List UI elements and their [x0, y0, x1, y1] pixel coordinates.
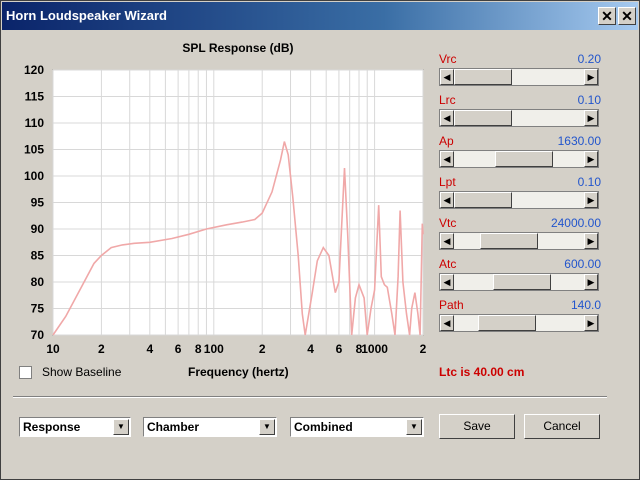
spl-chart: 70 75 80 85 90 95 100 105 110 115 120 10 2 4 6 8 100 2 4 6 8… [13, 37, 433, 382]
x-tick-label: 2 [259, 342, 266, 356]
scroll-thumb[interactable] [454, 69, 512, 85]
checkbox-box[interactable] [19, 366, 32, 379]
y-tick-label: 70 [31, 328, 45, 342]
scroll-thumb[interactable] [454, 192, 512, 208]
param-name: Path [439, 298, 464, 312]
y-tick-label: 75 [31, 302, 45, 316]
chart-title: SPL Response (dB) [182, 41, 293, 55]
separator [13, 396, 607, 398]
cancel-button[interactable]: Cancel [524, 414, 600, 439]
chevron-down-icon[interactable]: ▼ [406, 419, 422, 435]
y-tick-label: 120 [24, 63, 44, 77]
wizard-window: Horn Loudspeaker Wizard ✕ ✕ 70 75 80 85 90 95… [0, 0, 640, 480]
param-scrollbar[interactable]: ◀ ▶ [439, 150, 599, 168]
param-vrc: Vrc 0.20 ◀ ▶ [439, 51, 601, 89]
x-tick-label: 4 [146, 342, 153, 356]
scroll-left-icon[interactable]: ◀ [440, 151, 454, 167]
param-atc: Atc 600.00 ◀ ▶ [439, 256, 601, 294]
ltc-status: Ltc is 40.00 cm [439, 365, 525, 379]
param-name: Atc [439, 257, 457, 271]
x-tick-label: 2 [420, 342, 427, 356]
mode-select-value: Combined [294, 420, 353, 434]
param-value: 24000.00 [550, 216, 601, 230]
param-scrollbar[interactable]: ◀ ▶ [439, 68, 599, 86]
x-tick-label: 4 [307, 342, 314, 356]
x-tick-label: 6 [336, 342, 343, 356]
param-value: 0.20 [577, 52, 601, 66]
scroll-thumb[interactable] [454, 110, 512, 126]
param-scrollbar[interactable]: ◀ ▶ [439, 191, 599, 209]
scroll-left-icon[interactable]: ◀ [440, 110, 454, 126]
scroll-left-icon[interactable]: ◀ [440, 274, 454, 290]
y-tick-label: 85 [31, 249, 45, 263]
mode-select[interactable]: Combined ▼ [290, 417, 424, 437]
help-close-icon[interactable]: ✕ [598, 7, 616, 25]
y-tick-label: 115 [25, 90, 45, 104]
param-ap: Ap 1630.00 ◀ ▶ [439, 133, 601, 171]
scroll-thumb[interactable] [480, 233, 538, 249]
x-tick-label: 8 [195, 342, 202, 356]
x-tick-label: 6 [175, 342, 182, 356]
scroll-thumb[interactable] [495, 151, 553, 167]
y-tick-label: 110 [25, 116, 45, 130]
param-value: 140.0 [570, 298, 601, 312]
param-lpt: Lpt 0.10 ◀ ▶ [439, 174, 601, 212]
param-name: Lrc [439, 93, 456, 107]
param-vtc: Vtc 24000.00 ◀ ▶ [439, 215, 601, 253]
param-value: 600.00 [564, 257, 601, 271]
chevron-down-icon[interactable]: ▼ [113, 419, 129, 435]
title-bar: Horn Loudspeaker Wizard ✕ ✕ [2, 2, 638, 30]
param-path: Path 140.0 ◀ ▶ [439, 297, 601, 335]
x-axis-label: Frequency (hertz) [188, 365, 289, 379]
param-scrollbar[interactable]: ◀ ▶ [439, 314, 599, 332]
x-tick-label: 2 [98, 342, 105, 356]
x-tick-label: 100 [204, 342, 224, 356]
param-value: 1630.00 [557, 134, 601, 148]
param-scrollbar[interactable]: ◀ ▶ [439, 109, 599, 127]
scroll-right-icon[interactable]: ▶ [584, 69, 598, 85]
spl-chart-svg: 70758085909510010511011512010 2 4 6 8 100 2 4 6 8… [24, 41, 427, 356]
param-scrollbar[interactable]: ◀ ▶ [439, 232, 599, 250]
x-tick-label: 10 [46, 342, 60, 356]
param-lrc: Lrc 0.10 ◀ ▶ [439, 92, 601, 130]
y-tick-label: 80 [31, 275, 45, 289]
scroll-right-icon[interactable]: ▶ [584, 274, 598, 290]
scroll-right-icon[interactable]: ▶ [584, 151, 598, 167]
scroll-left-icon[interactable]: ◀ [440, 315, 454, 331]
scroll-thumb[interactable] [478, 315, 536, 331]
y-tick-label: 95 [31, 196, 45, 210]
scroll-thumb[interactable] [493, 274, 551, 290]
y-tick-label: 90 [31, 222, 45, 236]
scroll-right-icon[interactable]: ▶ [584, 233, 598, 249]
view-select[interactable]: Response ▼ [19, 417, 131, 437]
window-title: Horn Loudspeaker Wizard [6, 8, 167, 23]
save-button[interactable]: Save [439, 414, 515, 439]
scroll-left-icon[interactable]: ◀ [440, 192, 454, 208]
param-scrollbar[interactable]: ◀ ▶ [439, 273, 599, 291]
scroll-right-icon[interactable]: ▶ [584, 192, 598, 208]
chevron-down-icon[interactable]: ▼ [259, 419, 275, 435]
param-name: Ap [439, 134, 454, 148]
y-tick-label: 100 [24, 169, 44, 183]
scroll-left-icon[interactable]: ◀ [440, 69, 454, 85]
scroll-left-icon[interactable]: ◀ [440, 233, 454, 249]
scroll-right-icon[interactable]: ▶ [584, 315, 598, 331]
close-icon[interactable]: ✕ [618, 7, 636, 25]
param-value: 0.10 [577, 93, 601, 107]
y-tick-label: 105 [24, 143, 44, 157]
param-name: Vtc [439, 216, 457, 230]
param-name: Lpt [439, 175, 456, 189]
part-select-value: Chamber [147, 420, 200, 434]
part-select[interactable]: Chamber ▼ [143, 417, 277, 437]
param-name: Vrc [439, 52, 457, 66]
x-tick-label: 1000 [361, 342, 388, 356]
scroll-right-icon[interactable]: ▶ [584, 110, 598, 126]
param-value: 0.10 [577, 175, 601, 189]
view-select-value: Response [23, 420, 81, 434]
show-baseline-label: Show Baseline [42, 365, 122, 379]
